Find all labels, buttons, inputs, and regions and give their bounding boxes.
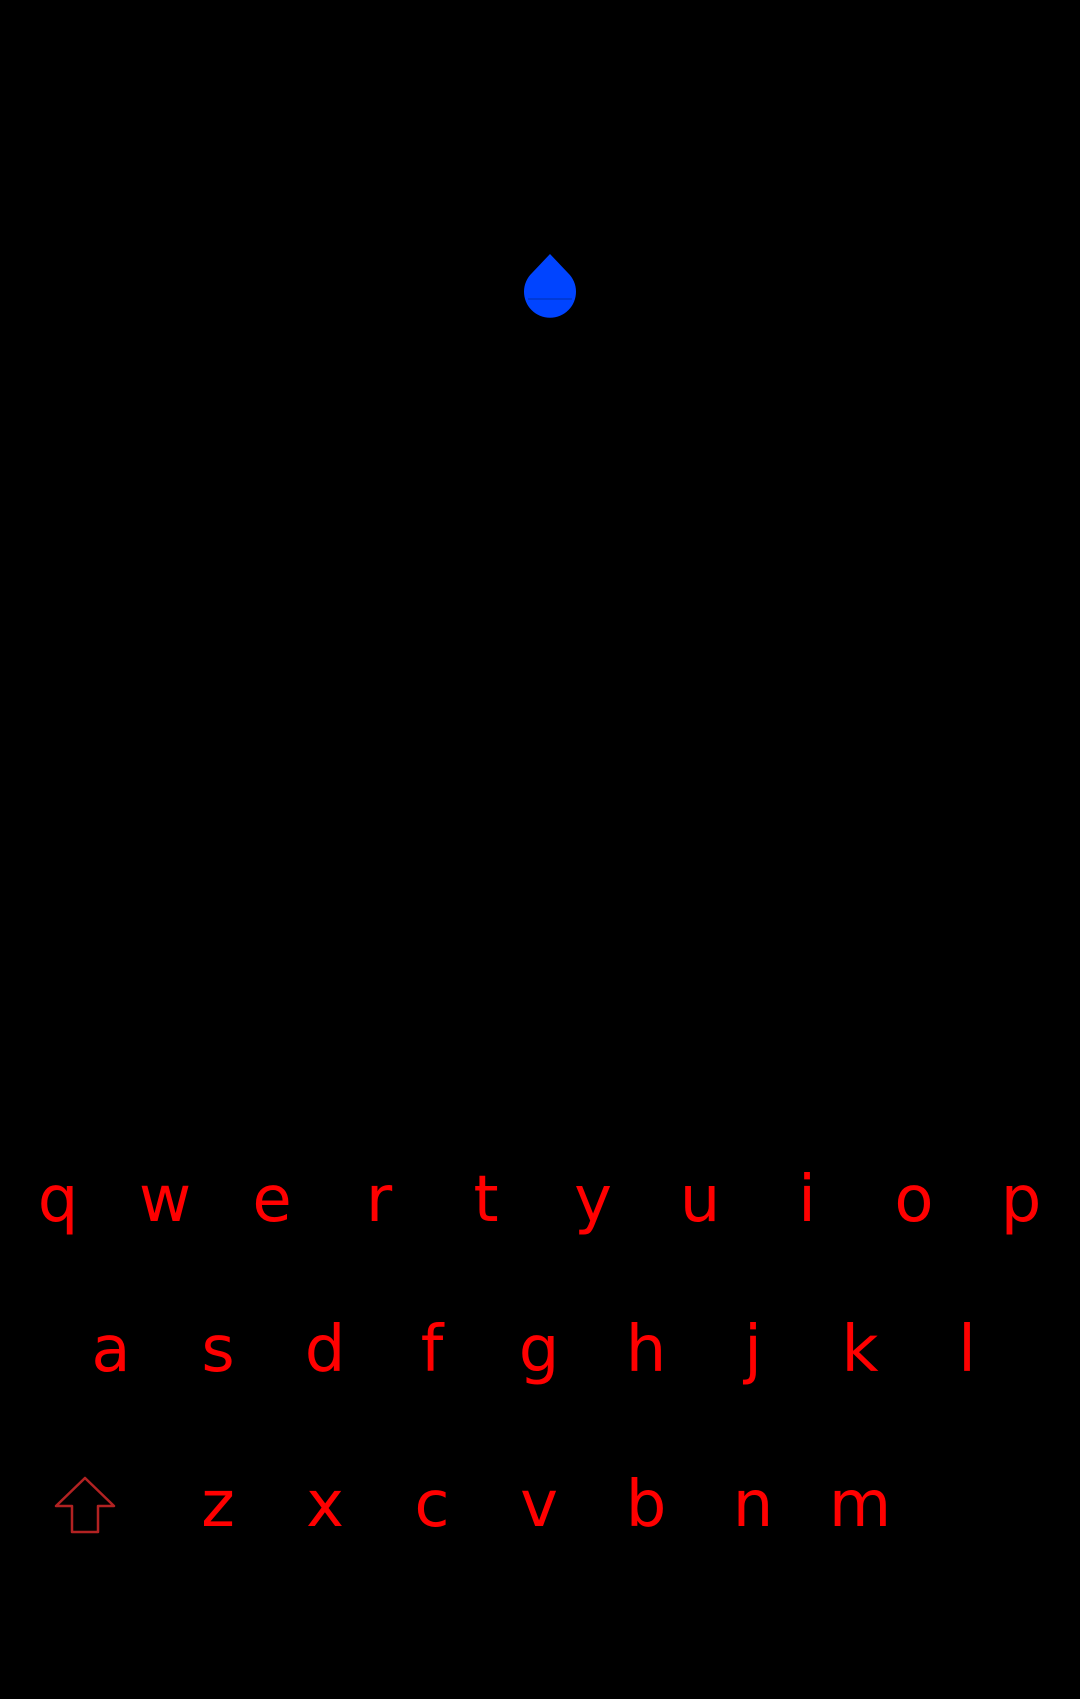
keyboard-row-2: a s d f g h j k l [0, 1290, 1080, 1410]
shift-arrow-icon [54, 1476, 116, 1534]
key-y[interactable]: y [543, 1140, 643, 1260]
key-i[interactable]: i [757, 1140, 857, 1260]
key-w[interactable]: w [115, 1140, 215, 1260]
key-o[interactable]: o [864, 1140, 964, 1260]
key-d[interactable]: d [275, 1290, 375, 1410]
key-m[interactable]: m [810, 1445, 910, 1565]
key-r[interactable]: r [329, 1140, 429, 1260]
key-g[interactable]: g [489, 1290, 589, 1410]
key-k[interactable]: k [810, 1290, 910, 1410]
key-z[interactable]: z [168, 1445, 268, 1565]
key-l[interactable]: l [917, 1290, 1017, 1410]
key-c[interactable]: c [382, 1445, 482, 1565]
keyboard-row-3: z x c v b n m [0, 1445, 1080, 1565]
shift-key[interactable] [35, 1445, 135, 1565]
key-a[interactable]: a [61, 1290, 161, 1410]
key-e[interactable]: e [222, 1140, 322, 1260]
key-h[interactable]: h [596, 1290, 696, 1410]
key-p[interactable]: p [971, 1140, 1071, 1260]
keyboard-row-1: q w e r t y u i o p [0, 1140, 1080, 1260]
key-n[interactable]: n [703, 1445, 803, 1565]
key-s[interactable]: s [168, 1290, 268, 1410]
key-v[interactable]: v [489, 1445, 589, 1565]
screen: q w e r t y u i o p a s d f g h j k l z … [0, 0, 1080, 1699]
key-q[interactable]: q [8, 1140, 108, 1260]
key-x[interactable]: x [275, 1445, 375, 1565]
key-u[interactable]: u [650, 1140, 750, 1260]
key-b[interactable]: b [596, 1445, 696, 1565]
key-t[interactable]: t [436, 1140, 536, 1260]
key-j[interactable]: j [703, 1290, 803, 1410]
key-f[interactable]: f [382, 1290, 482, 1410]
soft-keyboard: q w e r t y u i o p a s d f g h j k l z … [0, 1090, 1080, 1699]
text-cursor-handle-icon[interactable] [522, 252, 578, 318]
